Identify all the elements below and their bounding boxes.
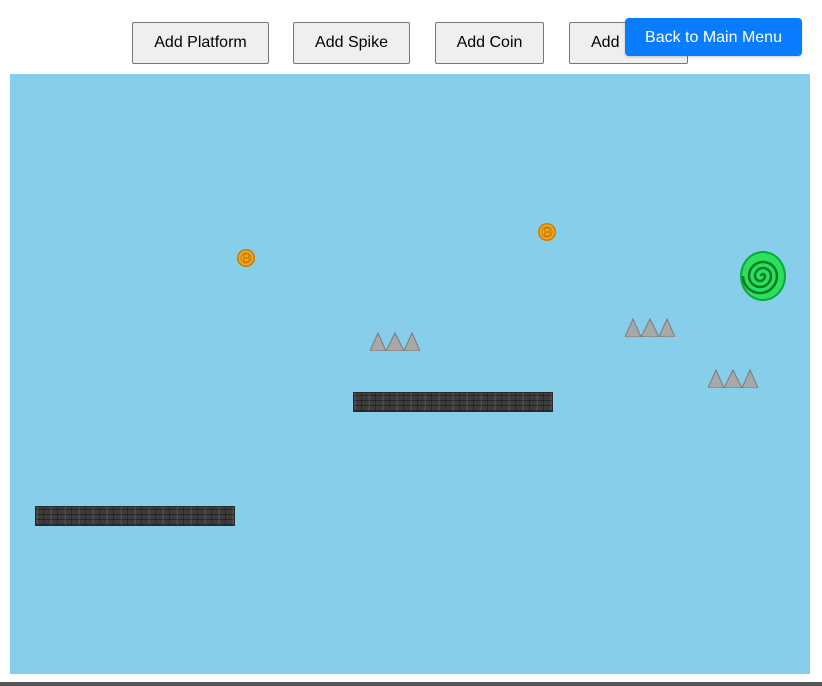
spike-icon[interactable] xyxy=(625,317,675,337)
coin-icon[interactable] xyxy=(236,248,256,268)
add-platform-button[interactable]: Add Platform xyxy=(132,22,269,64)
back-to-main-menu-button[interactable]: Back to Main Menu xyxy=(625,18,802,56)
portal-icon[interactable] xyxy=(738,250,788,302)
level-editor-canvas[interactable] xyxy=(10,74,810,674)
horizontal-scrollbar[interactable] xyxy=(0,682,822,686)
spike-icon[interactable] xyxy=(708,368,758,388)
spike-icon[interactable] xyxy=(370,331,420,351)
add-coin-button[interactable]: Add Coin xyxy=(435,22,544,64)
add-spike-button[interactable]: Add Spike xyxy=(293,22,410,64)
coin-icon[interactable] xyxy=(537,222,557,242)
platform[interactable] xyxy=(353,392,553,412)
platform[interactable] xyxy=(35,506,235,526)
